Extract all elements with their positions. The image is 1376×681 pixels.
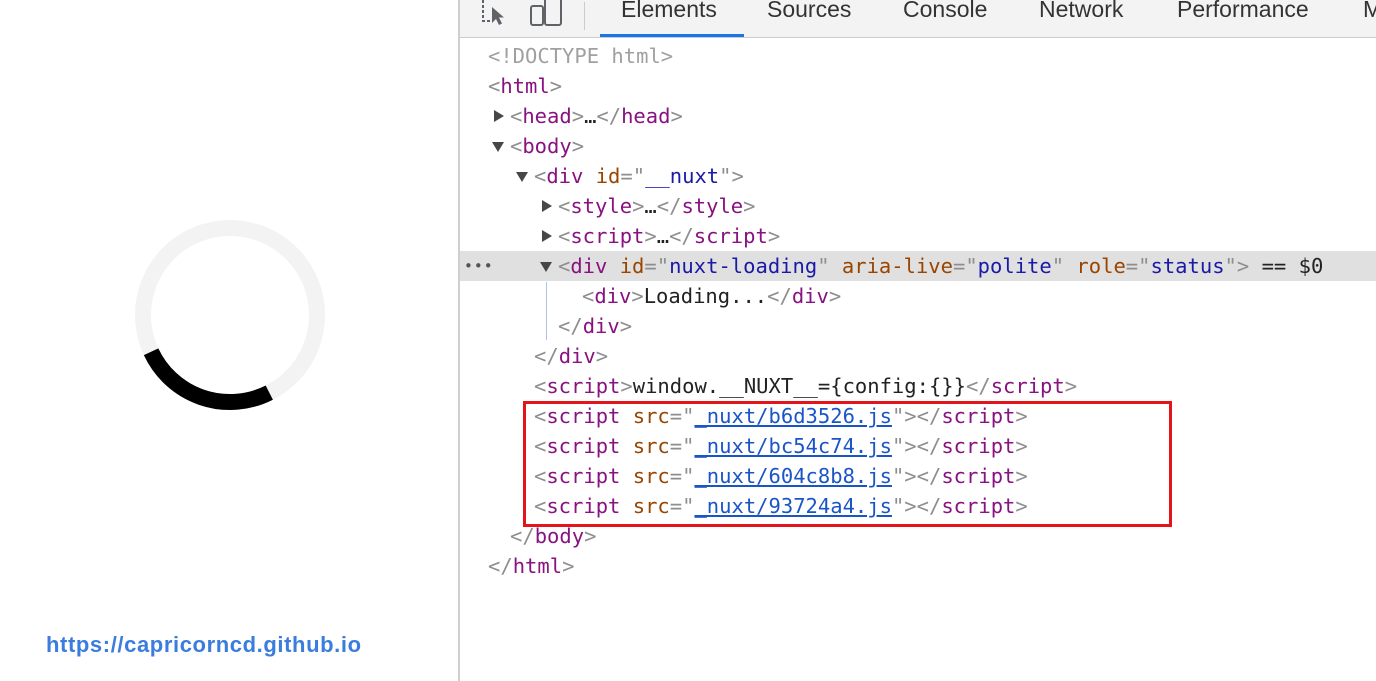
more-actions-icon[interactable]: ••• bbox=[464, 257, 494, 275]
device-toolbar-icon[interactable] bbox=[530, 0, 564, 26]
nuxt-div-open-tag: <div id="__nuxt"> bbox=[534, 164, 744, 188]
dom-node-nuxt-div-close[interactable]: </div> bbox=[460, 341, 1376, 371]
dom-node-nuxt-div[interactable]: <div id="__nuxt"> bbox=[460, 161, 1376, 191]
style-tag: <style>…</style> bbox=[558, 194, 756, 218]
nuxt-div-close-tag: </div> bbox=[534, 344, 609, 368]
devtools-toolbar: Elements Sources Console Network Perform… bbox=[460, 0, 1376, 38]
spinner-arc bbox=[143, 348, 273, 410]
collapse-triangle-icon[interactable] bbox=[516, 172, 528, 182]
active-tab-indicator bbox=[600, 34, 744, 37]
expand-triangle-icon[interactable] bbox=[542, 200, 552, 212]
nuxt-loading-close-tag: </div> bbox=[558, 314, 633, 338]
dom-node-script-collapsed[interactable]: <script>…</script> bbox=[460, 221, 1376, 251]
html-close-tag: </html> bbox=[488, 554, 575, 578]
dom-node-html-close[interactable]: </html> bbox=[460, 551, 1376, 581]
expand-triangle-icon[interactable] bbox=[494, 110, 504, 122]
dom-tree: <!DOCTYPE html> <html> <head>…</head> <b… bbox=[460, 38, 1376, 681]
tab-memory[interactable]: M bbox=[1363, 0, 1376, 23]
tab-console[interactable]: Console bbox=[903, 0, 987, 23]
watermark-url: https://capricorncd.github.io bbox=[46, 632, 362, 657]
devtools-panel: Elements Sources Console Network Perform… bbox=[460, 0, 1376, 681]
page-viewport: https://capricorncd.github.io bbox=[0, 0, 458, 681]
dom-node-nuxt-loading-selected[interactable]: <div id="nuxt-loading" aria-live="polite… bbox=[460, 251, 1376, 281]
dom-node-head[interactable]: <head>…</head> bbox=[460, 101, 1376, 131]
indent-guide-line bbox=[546, 282, 547, 340]
dom-node-doctype[interactable]: <!DOCTYPE html> bbox=[460, 41, 1376, 71]
tab-sources[interactable]: Sources bbox=[767, 0, 851, 23]
collapse-triangle-icon[interactable] bbox=[492, 142, 504, 152]
highlight-annotation-box bbox=[523, 401, 1172, 527]
tab-performance[interactable]: Performance bbox=[1177, 0, 1309, 23]
head-tag: <head>…</head> bbox=[510, 104, 683, 128]
dom-node-loading-text[interactable]: <div>Loading...</div> bbox=[460, 281, 1376, 311]
body-open-tag: <body> bbox=[510, 134, 585, 158]
dom-node-nuxt-loading-close[interactable]: </div> bbox=[460, 311, 1376, 341]
toolbar-separator bbox=[584, 2, 585, 30]
dom-node-style[interactable]: <style>…</style> bbox=[460, 191, 1376, 221]
html-open-tag: <html> bbox=[488, 74, 563, 98]
dom-node-html[interactable]: <html> bbox=[460, 71, 1376, 101]
dom-node-config-script[interactable]: <script>window.__NUXT__={config:{}}</scr… bbox=[460, 371, 1376, 401]
loading-spinner-icon bbox=[135, 220, 325, 410]
doctype-text: <!DOCTYPE html> bbox=[488, 44, 674, 68]
screenshot-root: https://capricorncd.github.io Elements S… bbox=[0, 0, 1376, 681]
config-script-tag: <script>window.__NUXT__={config:{}}</scr… bbox=[534, 374, 1078, 398]
dom-node-body[interactable]: <body> bbox=[460, 131, 1376, 161]
inspect-element-icon[interactable] bbox=[480, 0, 510, 26]
tab-network[interactable]: Network bbox=[1039, 0, 1123, 23]
tab-elements[interactable]: Elements bbox=[621, 0, 717, 23]
loading-text-tag: <div>Loading...</div> bbox=[582, 284, 842, 308]
script-collapsed-tag: <script>…</script> bbox=[558, 224, 781, 248]
expand-triangle-icon[interactable] bbox=[542, 230, 552, 242]
collapse-triangle-icon[interactable] bbox=[540, 262, 552, 272]
nuxt-loading-open-tag: <div id="nuxt-loading" aria-live="polite… bbox=[558, 254, 1324, 278]
